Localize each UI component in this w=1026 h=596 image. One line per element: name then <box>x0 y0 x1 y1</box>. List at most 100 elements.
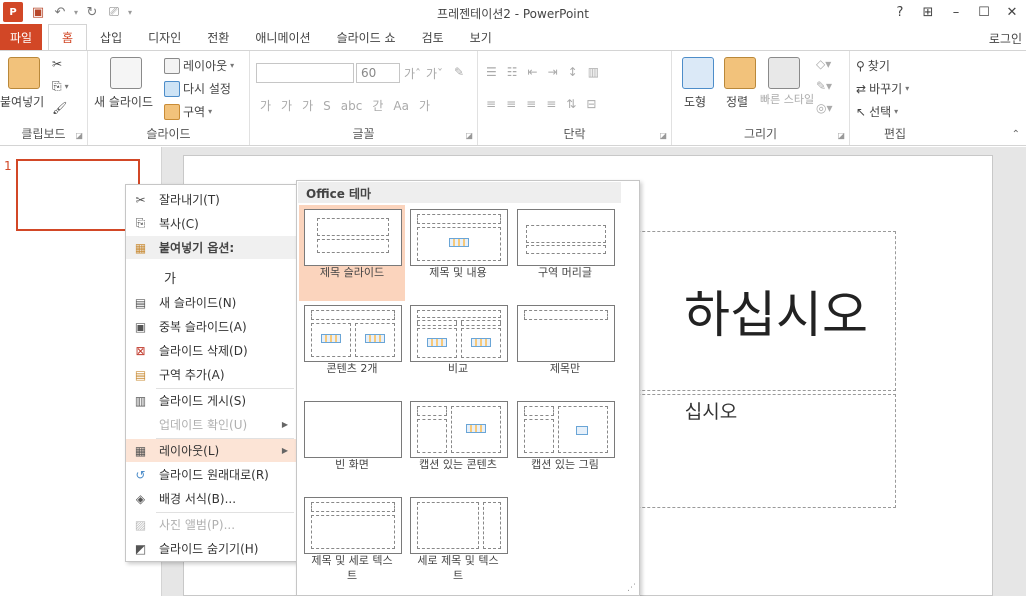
align-left-icon[interactable]: ≡ <box>486 97 496 111</box>
paste-button[interactable]: 붙여넣기 <box>0 93 44 110</box>
binoculars-icon: ⚲ <box>856 58 865 73</box>
font-name-input[interactable] <box>256 63 354 83</box>
layout-button[interactable]: 레이아웃 ▾ <box>164 57 234 74</box>
ribbon-display-icon[interactable]: ⊞ <box>914 0 942 24</box>
tab-design[interactable]: 디자인 <box>135 24 194 50</box>
menu-item-new-slide[interactable]: ▤ 새 슬라이드(N) <box>126 291 296 314</box>
paragraph-launcher-icon[interactable]: ◪ <box>659 131 667 140</box>
tab-home[interactable]: 홈 <box>48 24 88 51</box>
arrange-button[interactable]: 정렬 <box>726 93 748 110</box>
paste-icon[interactable] <box>8 57 40 89</box>
minimize-icon[interactable]: – <box>942 0 970 24</box>
tab-file[interactable]: 파일 <box>0 24 42 50</box>
layout-picture-with-caption[interactable]: 캡션 있는 그림 <box>512 397 618 493</box>
align-center-icon[interactable]: ≡ <box>506 97 516 111</box>
layout-title-slide[interactable]: 제목 슬라이드 <box>299 205 405 301</box>
quick-styles-button[interactable]: 빠른 스타일 <box>760 93 816 107</box>
change-case-icon[interactable]: Aa <box>393 99 409 113</box>
undo-icon[interactable]: ↶ <box>49 2 71 22</box>
menu-item-cut[interactable]: ✂ 잘라내기(T) <box>126 188 296 211</box>
customize-qat-icon[interactable]: ▾ <box>125 8 135 17</box>
login-link[interactable]: 로그인 <box>989 30 1022 47</box>
menu-item-copy[interactable]: ⎘ 복사(C) <box>126 212 296 235</box>
text-direction-icon[interactable]: ⇅ <box>566 97 576 111</box>
align-right-icon[interactable]: ≡ <box>526 97 536 111</box>
tab-review[interactable]: 검토 <box>409 24 457 50</box>
redo-icon[interactable]: ↻ <box>81 2 103 22</box>
shadow-icon[interactable]: S <box>323 99 331 113</box>
menu-item-layout[interactable]: ▦ 레이아웃(L) ▶ <box>126 439 296 462</box>
columns-icon[interactable]: ▥ <box>588 65 599 79</box>
layout-title-only[interactable]: 제목만 <box>512 301 618 397</box>
font-launcher-icon[interactable]: ◪ <box>465 131 473 140</box>
paste-keep-text-only-icon[interactable]: 가 <box>159 263 181 287</box>
clipboard-launcher-icon[interactable]: ◪ <box>75 131 83 140</box>
copy-icon[interactable]: ⎘ ▾ <box>52 79 69 94</box>
new-slide-button[interactable]: 새 슬라이드 <box>94 93 153 110</box>
cut-icon[interactable]: ✂ <box>52 57 62 71</box>
format-painter-icon[interactable]: 🖌 <box>52 101 67 115</box>
line-spacing-icon[interactable]: ↕ <box>568 65 578 79</box>
layout-title-and-content[interactable]: 제목 및 내용 <box>405 205 511 301</box>
save-icon[interactable]: ▣ <box>27 2 49 22</box>
bullets-icon[interactable]: ☰ <box>486 65 497 79</box>
menu-item-hide-slide[interactable]: ◩ 슬라이드 숨기기(H) <box>126 537 296 560</box>
justify-icon[interactable]: ≡ <box>546 97 556 111</box>
menu-item-add-section[interactable]: ▤ 구역 추가(A) <box>126 363 296 386</box>
align-text-icon[interactable]: ⊟ <box>586 97 596 111</box>
replace-button[interactable]: ⇄ 바꾸기 ▾ <box>856 80 909 97</box>
start-from-beginning-icon[interactable]: ⎚ <box>103 2 125 22</box>
tab-insert[interactable]: 삽입 <box>87 24 135 50</box>
shape-outline-icon[interactable]: ✎▾ <box>816 79 832 93</box>
italic-icon[interactable]: 가 <box>281 97 292 114</box>
layout-content-with-caption[interactable]: 캡션 있는 콘텐츠 <box>405 397 511 493</box>
menu-item-duplicate[interactable]: ▣ 중복 슬라이드(A) <box>126 315 296 338</box>
maximize-icon[interactable]: ☐ <box>970 0 998 24</box>
decrease-indent-icon[interactable]: ⇤ <box>528 65 538 79</box>
arrange-icon[interactable] <box>724 57 756 89</box>
undo-dropdown-icon[interactable]: ▾ <box>71 8 81 17</box>
strikethrough-icon[interactable]: abc <box>341 99 363 113</box>
tab-animations[interactable]: 애니메이션 <box>242 24 323 50</box>
layout-two-content[interactable]: 콘텐츠 2개 <box>299 301 405 397</box>
underline-icon[interactable]: 가 <box>302 97 313 114</box>
shapes-icon[interactable] <box>682 57 714 89</box>
collapse-ribbon-icon[interactable]: ⌃ <box>1012 129 1020 140</box>
select-button[interactable]: ↖ 선택 ▾ <box>856 103 898 120</box>
find-button[interactable]: ⚲ 찾기 <box>856 57 890 74</box>
resize-grip-icon[interactable]: ⋰ <box>627 583 636 593</box>
numbering-icon[interactable]: ☷ <box>507 65 518 79</box>
shapes-button[interactable]: 도형 <box>684 93 706 110</box>
clear-format-icon[interactable]: ✎ <box>454 65 464 79</box>
new-slide-icon[interactable] <box>110 57 142 89</box>
quick-styles-icon[interactable] <box>768 57 800 89</box>
bold-icon[interactable]: 가 <box>260 97 271 114</box>
layout-comparison[interactable]: 비교 <box>405 301 511 397</box>
shape-effects-icon[interactable]: ◎▾ <box>816 101 833 115</box>
increase-indent-icon[interactable]: ⇥ <box>548 65 558 79</box>
drawing-launcher-icon[interactable]: ◪ <box>837 131 845 140</box>
reset-button[interactable]: 다시 설정 <box>164 80 231 97</box>
shrink-font-icon[interactable]: 가ˇ <box>426 65 443 82</box>
layout-title-and-vertical-text[interactable]: 제목 및 세로 텍스트 <box>299 493 405 589</box>
layout-vertical-title-and-text[interactable]: 세로 제목 및 텍스트 <box>405 493 511 589</box>
layout-section-header[interactable]: 구역 머리글 <box>512 205 618 301</box>
slide-thumbnail[interactable] <box>16 159 140 231</box>
shape-fill-icon[interactable]: ◇▾ <box>816 57 831 71</box>
menu-item-delete-slide[interactable]: ⊠ 슬라이드 삭제(D) <box>126 339 296 362</box>
spacing-icon[interactable]: 간 <box>372 97 383 114</box>
menu-item-reset-slide[interactable]: ↺ 슬라이드 원래대로(R) <box>126 463 296 486</box>
grow-font-icon[interactable]: 가ˆ <box>404 65 421 82</box>
font-size-input[interactable]: 60 <box>356 63 400 83</box>
tab-slide-show[interactable]: 슬라이드 쇼 <box>324 24 409 50</box>
replace-label: 바꾸기 <box>869 82 903 96</box>
section-button[interactable]: 구역 ▾ <box>164 103 212 120</box>
menu-item-format-background[interactable]: ◈ 배경 서식(B)... <box>126 487 296 510</box>
menu-item-publish[interactable]: ▥ 슬라이드 게시(S) <box>126 389 296 412</box>
help-icon[interactable]: ? <box>886 0 914 24</box>
close-icon[interactable]: ✕ <box>998 0 1026 24</box>
tab-view[interactable]: 보기 <box>457 24 505 50</box>
tab-transitions[interactable]: 전환 <box>194 24 242 50</box>
font-color-icon[interactable]: 가 <box>419 97 430 114</box>
layout-blank[interactable]: 빈 화면 <box>299 397 405 493</box>
